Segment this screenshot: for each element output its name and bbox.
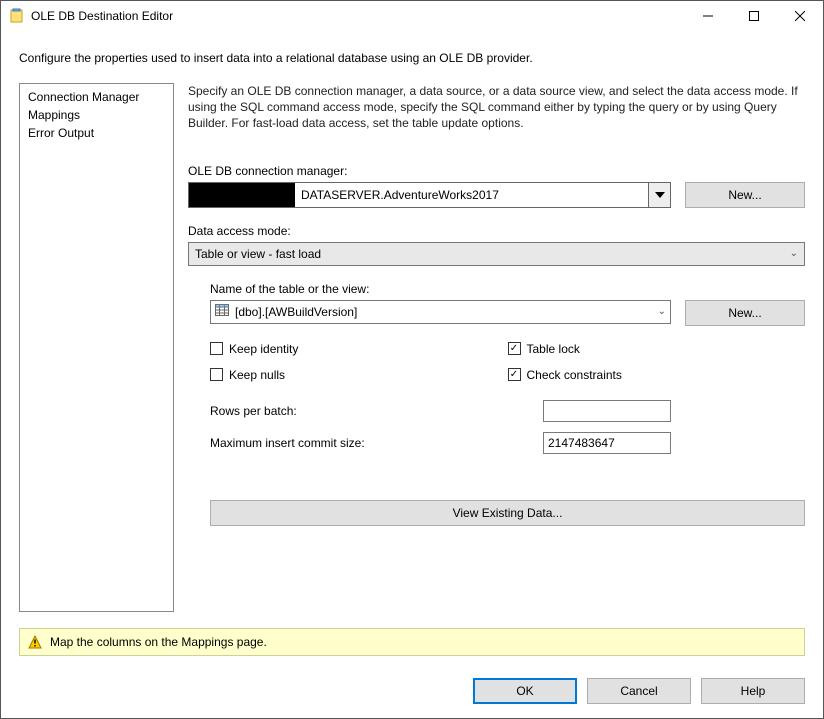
rows-per-batch-label: Rows per batch: [210, 404, 543, 418]
keep-nulls-label: Keep nulls [229, 368, 285, 382]
sidebar: Connection Manager Mappings Error Output [19, 83, 174, 612]
cancel-button[interactable]: Cancel [587, 678, 691, 704]
commit-size-input[interactable]: 2147483647 [543, 432, 671, 454]
footer: OK Cancel Help [1, 678, 823, 718]
keep-nulls-checkbox[interactable] [210, 368, 223, 381]
new-connection-button[interactable]: New... [685, 182, 805, 208]
content-description: Specify an OLE DB connection manager, a … [188, 83, 805, 132]
check-constraints-label: Check constraints [527, 368, 622, 382]
table-lock-checkbox[interactable]: ✓ [508, 342, 521, 355]
content-pane: Specify an OLE DB connection manager, a … [188, 83, 805, 612]
mode-value: Table or view - fast load [195, 247, 321, 261]
sidebar-item-error-output[interactable]: Error Output [20, 124, 173, 142]
redacted-block [189, 183, 295, 207]
minimize-button[interactable] [685, 1, 731, 31]
table-icon [215, 304, 229, 319]
ok-button[interactable]: OK [473, 678, 577, 704]
window-title: OLE DB Destination Editor [31, 9, 685, 23]
titlebar: OLE DB Destination Editor [1, 1, 823, 31]
keep-identity-checkbox[interactable] [210, 342, 223, 355]
close-button[interactable] [777, 1, 823, 31]
chevron-down-icon: ⌄ [790, 248, 798, 259]
maximize-button[interactable] [731, 1, 777, 31]
rows-per-batch-input[interactable] [543, 400, 671, 422]
chevron-down-icon: ⌄ [658, 306, 666, 317]
app-icon [9, 8, 25, 24]
sidebar-item-mappings[interactable]: Mappings [20, 106, 173, 124]
check-constraints-checkbox[interactable]: ✓ [508, 368, 521, 381]
connection-dropdown[interactable]: DATASERVER.AdventureWorks2017 [188, 182, 671, 208]
sidebar-item-connection-manager[interactable]: Connection Manager [20, 88, 173, 106]
mode-dropdown[interactable]: Table or view - fast load ⌄ [188, 242, 805, 266]
connection-label: OLE DB connection manager: [188, 164, 805, 178]
table-dropdown[interactable]: [dbo].[AWBuildVersion] ⌄ [210, 300, 671, 324]
new-table-button[interactable]: New... [685, 300, 805, 326]
table-label: Name of the table or the view: [210, 282, 805, 296]
mode-label: Data access mode: [188, 224, 805, 238]
commit-size-label: Maximum insert commit size: [210, 436, 543, 450]
table-value: [dbo].[AWBuildVersion] [235, 305, 357, 319]
warning-bar: Map the columns on the Mappings page. [19, 628, 805, 656]
table-lock-label: Table lock [527, 342, 580, 356]
chevron-down-icon[interactable] [648, 183, 670, 207]
keep-identity-label: Keep identity [229, 342, 298, 356]
view-existing-data-button[interactable]: View Existing Data... [210, 500, 805, 526]
help-button[interactable]: Help [701, 678, 805, 704]
window-controls [685, 1, 823, 31]
warning-text: Map the columns on the Mappings page. [50, 635, 267, 649]
page-description: Configure the properties used to insert … [1, 31, 823, 65]
connection-value: DATASERVER.AdventureWorks2017 [295, 183, 648, 207]
warning-icon [28, 635, 42, 649]
